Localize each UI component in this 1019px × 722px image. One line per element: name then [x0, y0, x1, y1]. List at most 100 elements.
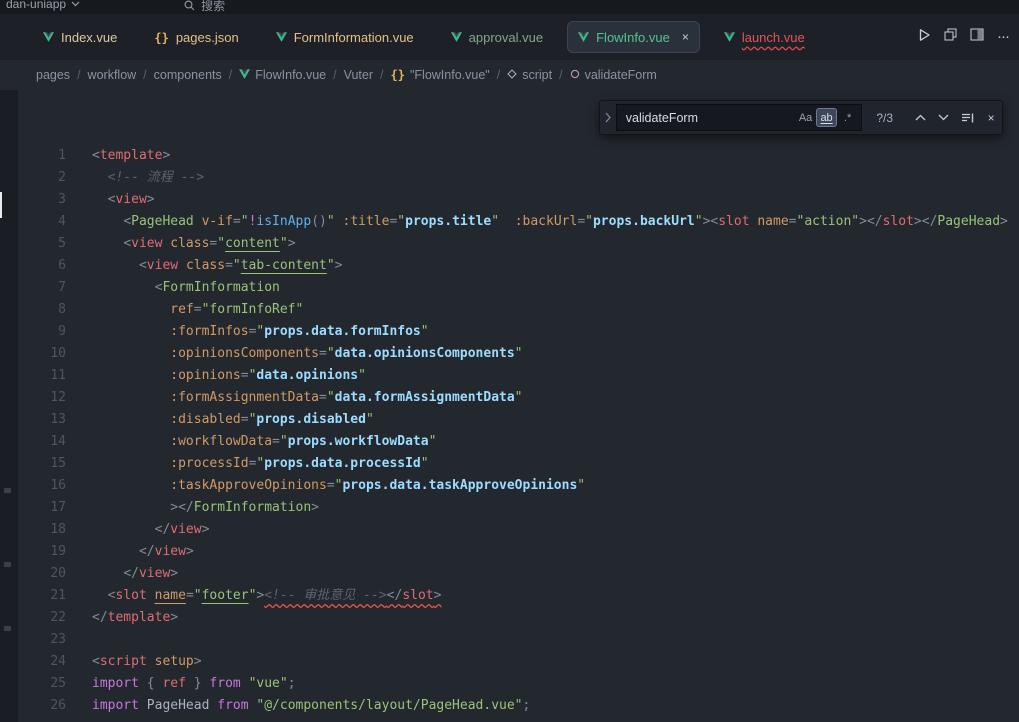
- code-token: =: [241, 412, 249, 427]
- code-line[interactable]: 9 :formInfos="props.data.formInfos": [18, 321, 1019, 343]
- line-number[interactable]: 14: [18, 431, 66, 453]
- code-line[interactable]: 25import { ref } from "vue";: [18, 673, 1019, 695]
- code-line[interactable]: 26import PageHead from "@/components/lay…: [18, 695, 1019, 717]
- breadcrumb-label: script: [522, 68, 552, 82]
- breadcrumb-item-pages[interactable]: pages: [36, 68, 70, 82]
- code-line[interactable]: 10 :opinionsComponents="data.opinionsCom…: [18, 343, 1019, 365]
- code-token: [92, 500, 170, 515]
- line-number[interactable]: 19: [18, 541, 66, 563]
- global-search-box[interactable]: 搜索: [184, 0, 225, 14]
- run-button[interactable]: [918, 28, 931, 47]
- code-token: [335, 214, 343, 229]
- breadcrumb-item-flowinfo-vue[interactable]: FlowInfo.vue: [239, 68, 326, 82]
- tab-index-vue[interactable]: Index.vue: [30, 14, 130, 60]
- tab-approval-vue[interactable]: approval.vue: [438, 14, 556, 60]
- code-token: slot: [718, 214, 749, 229]
- code-token: ": [194, 588, 202, 603]
- next-match-button[interactable]: [933, 107, 955, 129]
- code-line[interactable]: 21 <slot name="footer"><!-- 审批意见 --></sl…: [18, 585, 1019, 607]
- code-line[interactable]: 19 </view>: [18, 541, 1019, 563]
- workspace-switcher[interactable]: dan-uniapp: [6, 0, 80, 11]
- code-line[interactable]: 11 :opinions="data.opinions": [18, 365, 1019, 387]
- line-number[interactable]: 13: [18, 409, 66, 431]
- code-token: ": [515, 346, 523, 361]
- line-number[interactable]: 26: [18, 695, 66, 717]
- match-case-button[interactable]: Aa: [795, 108, 816, 127]
- previous-match-button[interactable]: [909, 107, 931, 129]
- close-icon[interactable]: ×: [682, 30, 689, 44]
- breadcrumb-label: workflow: [88, 68, 137, 82]
- secondary-action-button[interactable]: [944, 28, 957, 46]
- code-token: [147, 588, 155, 603]
- code-token: slot: [883, 214, 914, 229]
- code-line[interactable]: 2 <!-- 流程 -->: [18, 167, 1019, 189]
- line-number[interactable]: 1: [18, 145, 66, 167]
- line-number[interactable]: 5: [18, 233, 66, 255]
- code-line[interactable]: 18 </view>: [18, 519, 1019, 541]
- breadcrumb-item-workflow[interactable]: workflow: [88, 68, 137, 82]
- code-token: [92, 302, 170, 317]
- code-line[interactable]: 12 :formAssignmentData="data.formAssignm…: [18, 387, 1019, 409]
- code-line[interactable]: 16 :taskApproveOpinions="props.data.task…: [18, 475, 1019, 497]
- breadcrumb-item-components[interactable]: components: [154, 68, 222, 82]
- code-line[interactable]: 23: [18, 629, 1019, 651]
- code-line[interactable]: 4 <PageHead v-if="!isInApp()" :title="pr…: [18, 211, 1019, 233]
- line-number[interactable]: 8: [18, 299, 66, 321]
- code-token: [92, 214, 123, 229]
- activity-bar[interactable]: [0, 90, 18, 722]
- code-line[interactable]: 7 <FormInformation: [18, 277, 1019, 299]
- tab-flowinfo-vue[interactable]: FlowInfo.vue×: [567, 21, 700, 53]
- line-number[interactable]: 21: [18, 585, 66, 607]
- tab-pages-json[interactable]: {}pages.json: [141, 14, 251, 60]
- breadcrumb-item-script[interactable]: script: [507, 68, 552, 82]
- code-line[interactable]: 17 ></FormInformation>: [18, 497, 1019, 519]
- tab-forminformation-vue[interactable]: FormInformation.vue: [263, 14, 427, 60]
- line-number[interactable]: 23: [18, 629, 66, 651]
- more-actions-button[interactable]: ···: [997, 32, 1009, 42]
- line-number[interactable]: 12: [18, 387, 66, 409]
- code-line[interactable]: 5 <view class="content">: [18, 233, 1019, 255]
- line-number[interactable]: 6: [18, 255, 66, 277]
- line-number[interactable]: 20: [18, 563, 66, 585]
- line-number[interactable]: 11: [18, 365, 66, 387]
- line-number[interactable]: 24: [18, 651, 66, 673]
- code-token: =: [789, 214, 797, 229]
- line-number[interactable]: 16: [18, 475, 66, 497]
- breadcrumb-item-vuter[interactable]: Vuter: [344, 68, 373, 82]
- code-line[interactable]: 24<script setup>: [18, 651, 1019, 673]
- line-number[interactable]: 3: [18, 189, 66, 211]
- line-number[interactable]: 22: [18, 607, 66, 629]
- line-number[interactable]: 4: [18, 211, 66, 233]
- line-number[interactable]: 9: [18, 321, 66, 343]
- close-find-button[interactable]: ×: [980, 107, 1002, 129]
- code-token: from: [217, 698, 248, 713]
- code-token: ": [421, 324, 429, 339]
- code-line[interactable]: 1<template>: [18, 145, 1019, 167]
- whole-word-button[interactable]: ab: [816, 108, 837, 127]
- toggle-replace-button[interactable]: [600, 101, 616, 134]
- code-line[interactable]: 3 <view>: [18, 189, 1019, 211]
- breadcrumb-item--flowinfo-vue-[interactable]: {}"FlowInfo.vue": [391, 68, 490, 82]
- code-line-content: </template>: [92, 607, 178, 629]
- code-line[interactable]: 6 <view class="tab-content">: [18, 255, 1019, 277]
- tab-launch-vue[interactable]: launch.vue: [711, 14, 818, 60]
- line-number[interactable]: 2: [18, 167, 66, 189]
- code-line[interactable]: 22 </template>: [18, 607, 1019, 629]
- line-number[interactable]: 15: [18, 453, 66, 475]
- line-number[interactable]: 17: [18, 497, 66, 519]
- breadcrumb-item-validateform[interactable]: validateForm: [570, 68, 657, 82]
- line-number[interactable]: 7: [18, 277, 66, 299]
- code-line[interactable]: 20 </view>: [18, 563, 1019, 585]
- code-line[interactable]: 15 :processId="props.data.processId": [18, 453, 1019, 475]
- line-number[interactable]: 18: [18, 519, 66, 541]
- code-area[interactable]: 1<template>2 <!-- 流程 -->3 <view>4 <PageH…: [18, 90, 1019, 722]
- line-number[interactable]: 10: [18, 343, 66, 365]
- regex-button[interactable]: .*: [837, 108, 858, 127]
- find-in-selection-button[interactable]: [957, 107, 979, 129]
- line-number[interactable]: 25: [18, 673, 66, 695]
- code-line[interactable]: 8 ref="formInfoRef": [18, 299, 1019, 321]
- code-line[interactable]: 14 :workflowData="props.workflowData": [18, 431, 1019, 453]
- split-editor-button[interactable]: [970, 28, 984, 46]
- code-line[interactable]: 13 :disabled="props.disabled": [18, 409, 1019, 431]
- find-input[interactable]: [624, 110, 795, 126]
